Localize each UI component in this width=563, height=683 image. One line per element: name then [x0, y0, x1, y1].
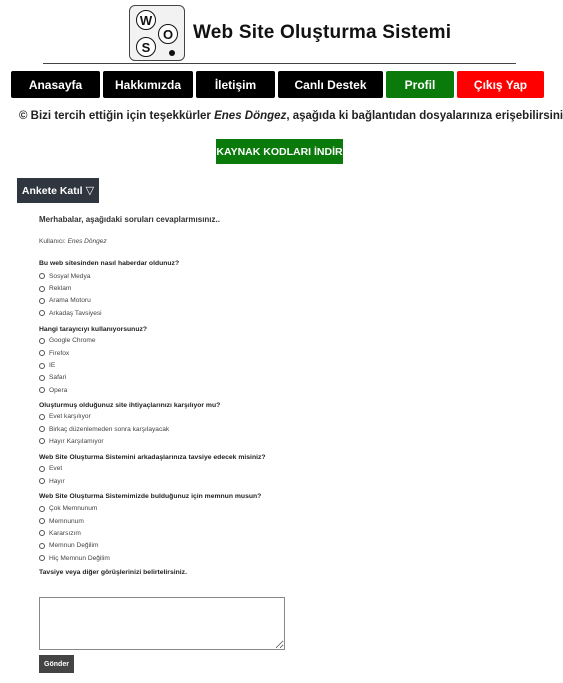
site-title: Web Site Oluşturma Sistemi	[193, 22, 452, 43]
logo-letter-w: W	[136, 10, 156, 30]
radio-icon[interactable]	[39, 310, 45, 317]
radio-icon[interactable]	[39, 297, 45, 304]
nav-profile[interactable]: Profil	[386, 71, 454, 98]
radio-icon[interactable]	[39, 413, 45, 420]
option-q5-5[interactable]: Hiç Memnun Değilim	[39, 552, 439, 564]
option-label: Evet karşılıyor	[49, 413, 91, 421]
option-label: Arkadaş Tavsiyesi	[49, 309, 102, 317]
radio-icon[interactable]	[39, 438, 45, 445]
option-q3-1[interactable]: Evet karşılıyor	[39, 411, 439, 423]
option-q4-1[interactable]: Evet	[39, 463, 439, 475]
radio-icon[interactable]	[39, 374, 45, 381]
nav-contact[interactable]: İletişim	[196, 71, 275, 98]
nav-home[interactable]: Anasayfa	[11, 71, 100, 98]
logo-letter-s: S	[136, 37, 156, 57]
option-label: Birkaç düzenlemeden sonra karşılayacak	[49, 425, 170, 433]
nav-about[interactable]: Hakkımızda	[103, 71, 193, 98]
survey-greeting: Merhabalar, aşağıdaki soruları cevaplarm…	[39, 215, 220, 224]
option-q3-2[interactable]: Birkaç düzenlemeden sonra karşılayacak	[39, 423, 439, 435]
option-q1-3[interactable]: Arama Motoru	[39, 295, 439, 307]
survey-toggle-button[interactable]: Ankete Katıl ▽	[17, 178, 99, 203]
welcome-user: Enes Döngez	[214, 110, 287, 122]
welcome-message: © Bizi tercih ettiğin için teşekkürler E…	[19, 110, 563, 122]
option-label: Sosyal Medya	[49, 272, 91, 280]
option-q4-2[interactable]: Hayır	[39, 475, 439, 487]
option-q5-3[interactable]: Kararsızım	[39, 527, 439, 539]
survey-form: Merhabalar, aşağıdaki soruları cevaplarm…	[39, 215, 439, 576]
option-label: Evet	[49, 465, 63, 473]
user-name: Enes Döngez	[67, 238, 107, 245]
option-label: Arama Motoru	[49, 297, 91, 305]
option-q1-2[interactable]: Reklam	[39, 282, 439, 294]
option-label: IE	[49, 362, 56, 370]
nav-live-support[interactable]: Canlı Destek	[278, 71, 383, 98]
download-source-button[interactable]: KAYNAK KODLARI İNDİR	[216, 139, 343, 164]
triangle-down-icon: ▽	[85, 185, 95, 197]
radio-icon[interactable]	[39, 555, 45, 562]
option-q1-1[interactable]: Sosyal Medya	[39, 270, 439, 282]
option-q5-1[interactable]: Çok Memnunum	[39, 502, 439, 514]
question-2: Hangi tarayıcıyı kullanıyorsunuz?	[39, 325, 148, 333]
option-label: Hayır Karşılamıyor	[49, 437, 104, 445]
comment-textarea[interactable]	[39, 597, 285, 650]
welcome-suffix: , aşağıda ki bağlantıdan dosyalarınıza e…	[286, 110, 563, 122]
option-q2-1[interactable]: Google Chrome	[39, 335, 439, 347]
question-3: Oluşturmuş olduğunuz site ihtiyaçlarınız…	[39, 401, 221, 409]
question-4: Web Site Oluşturma Sistemini arkadaşları…	[39, 453, 266, 461]
logo-dot	[169, 50, 175, 56]
radio-icon[interactable]	[39, 337, 45, 344]
radio-icon[interactable]	[39, 426, 45, 433]
survey-user-line: Kullanıcı: Enes Döngez	[39, 238, 439, 245]
radio-icon[interactable]	[39, 518, 45, 525]
site-logo[interactable]: W O S	[129, 5, 185, 61]
option-label: Hayır	[49, 477, 65, 485]
radio-icon[interactable]	[39, 505, 45, 512]
option-label: Kararsızım	[49, 529, 81, 537]
option-label: Memnun Değilim	[49, 542, 99, 550]
option-q1-4[interactable]: Arkadaş Tavsiyesi	[39, 307, 439, 319]
header-divider	[43, 63, 516, 64]
radio-icon[interactable]	[39, 478, 45, 485]
nav-logout[interactable]: Çıkış Yap	[457, 71, 544, 98]
main-nav: Anasayfa Hakkımızda İletişim Canlı Deste…	[11, 71, 544, 98]
radio-icon[interactable]	[39, 273, 45, 280]
option-label: Reklam	[49, 285, 72, 293]
radio-icon[interactable]	[39, 465, 45, 472]
user-label: Kullanıcı:	[39, 238, 66, 245]
survey-toggle-label: Ankete Katıl	[21, 184, 83, 197]
radio-icon[interactable]	[39, 285, 45, 292]
option-label: Safari	[49, 374, 67, 382]
submit-button[interactable]: Gönder	[39, 655, 74, 673]
comment-label: Tavsiye veya diğer görüşlerinizi belirte…	[39, 569, 187, 577]
option-q3-3[interactable]: Hayır Karşılamıyor	[39, 435, 439, 447]
option-q2-3[interactable]: IE	[39, 359, 439, 371]
option-q5-2[interactable]: Memnunum	[39, 515, 439, 527]
question-5: Web Site Oluşturma Sistemimizde bulduğun…	[39, 493, 262, 501]
option-q2-5[interactable]: Opera	[39, 384, 439, 396]
option-q2-4[interactable]: Safari	[39, 372, 439, 384]
option-label: Çok Memnunum	[49, 505, 98, 513]
option-label: Memnunum	[49, 517, 84, 525]
radio-icon[interactable]	[39, 530, 45, 537]
option-q5-4[interactable]: Memnun Değilim	[39, 540, 439, 552]
welcome-prefix: Bizi tercih ettiğin için teşekkürler	[27, 110, 215, 122]
radio-icon[interactable]	[39, 350, 45, 357]
question-1: Bu web sitesinden nasıl haberdar oldunuz…	[39, 260, 180, 267]
logo-letter-o: O	[158, 24, 178, 44]
radio-icon[interactable]	[39, 387, 45, 394]
radio-icon[interactable]	[39, 362, 45, 369]
option-q2-2[interactable]: Firefox	[39, 347, 439, 359]
option-label: Opera	[49, 386, 68, 394]
radio-icon[interactable]	[39, 542, 45, 549]
option-label: Firefox	[49, 349, 70, 357]
option-label: Google Chrome	[49, 337, 96, 345]
option-label: Hiç Memnun Değilim	[49, 554, 110, 562]
site-header: W O S Web Site Oluşturma Sistemi	[129, 4, 451, 62]
